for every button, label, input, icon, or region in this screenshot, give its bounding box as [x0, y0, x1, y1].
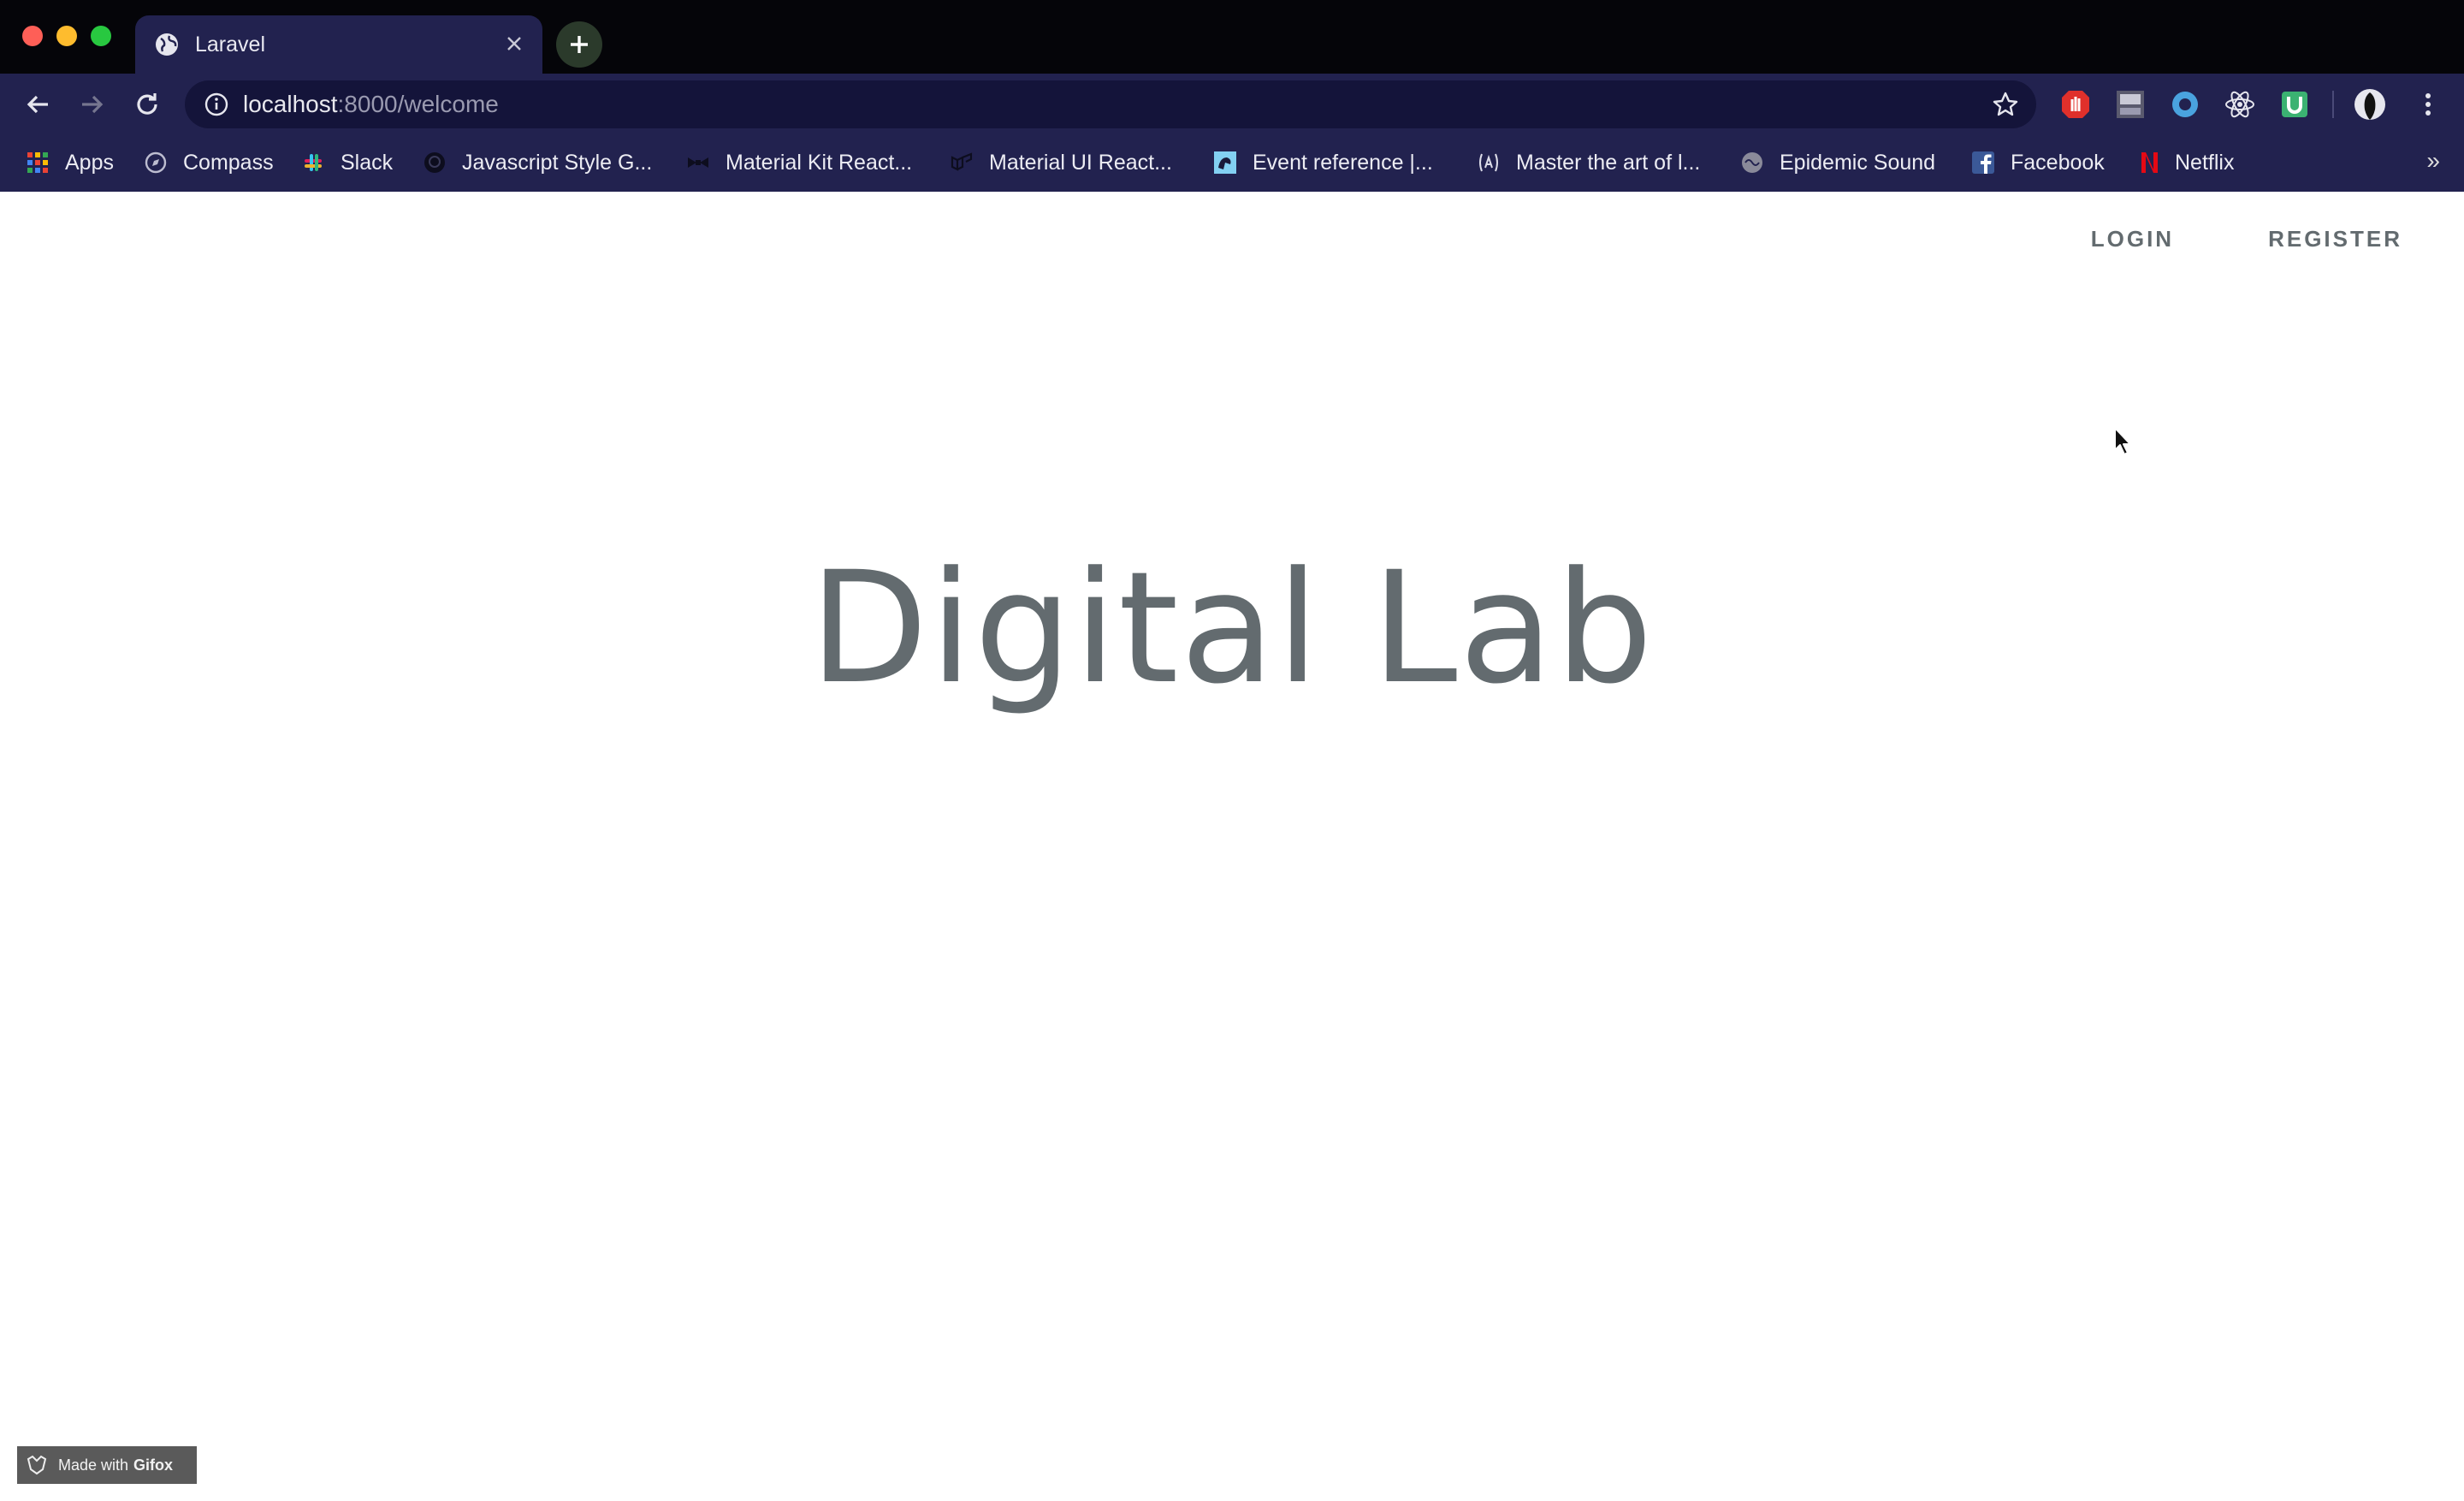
- circle-extension-icon[interactable]: [2168, 87, 2202, 122]
- github-icon: [424, 152, 445, 173]
- bookmark-material-kit-react[interactable]: Material Kit React...: [686, 147, 912, 178]
- mdn-icon: [1214, 151, 1236, 174]
- slack-icon: [305, 154, 322, 171]
- netflix-icon: [2141, 152, 2158, 173]
- back-arrow-icon[interactable]: [22, 89, 53, 120]
- bookmark-label: Master the art of l...: [1516, 150, 1701, 175]
- bookmark-label: Epidemic Sound: [1780, 150, 1936, 175]
- browser-toolbar: localhost:8000/welcome: [0, 74, 2464, 135]
- bookmark-slack[interactable]: Slack: [301, 147, 393, 178]
- new-tab-button[interactable]: [556, 21, 602, 68]
- material-ui-icon: [951, 152, 973, 171]
- apps-grid-icon: [27, 152, 48, 173]
- bookmark-javascript-style[interactable]: Javascript Style G...: [423, 147, 652, 178]
- bookmark-epidemic-sound[interactable]: Epidemic Sound: [1740, 147, 1935, 178]
- epidemic-sound-icon: [1742, 152, 1762, 173]
- bookmark-label: Event reference |...: [1253, 150, 1433, 175]
- close-window-button[interactable]: [22, 26, 43, 46]
- plus-icon: [571, 36, 588, 53]
- adblock-extension-icon[interactable]: [2058, 87, 2093, 122]
- bookmark-star-icon[interactable]: [1992, 91, 2019, 118]
- badge-prefix: Made with: [58, 1456, 129, 1474]
- web-page: LOGIN REGISTER: [0, 192, 2464, 1501]
- gifox-watermark: Made with Gifox: [17, 1446, 197, 1484]
- menu-kebab-icon[interactable]: [2411, 87, 2445, 122]
- login-link[interactable]: LOGIN: [2091, 226, 2174, 252]
- vue-devtools-icon[interactable]: [2277, 87, 2312, 122]
- tab-title: Laravel: [195, 32, 265, 56]
- url-text[interactable]: localhost:8000/welcome: [243, 91, 499, 118]
- bookmarks-overflow-chevron[interactable]: »: [2426, 147, 2440, 175]
- minimize-window-button[interactable]: [56, 26, 77, 46]
- compass-icon: [145, 151, 167, 174]
- toolbar-divider: [2332, 91, 2334, 118]
- browser-tab[interactable]: Laravel: [135, 15, 542, 74]
- bookmark-label: Netflix: [2175, 150, 2235, 175]
- mdn-extension-icon[interactable]: [2113, 87, 2147, 122]
- auth-links: LOGIN REGISTER: [1997, 226, 2402, 252]
- forward-arrow-icon[interactable]: [77, 89, 108, 120]
- bookmark-label: Facebook: [2011, 150, 2105, 175]
- bookmark-facebook[interactable]: Facebook: [1971, 147, 2105, 178]
- bookmark-master-the-art[interactable]: Master the art of l...: [1477, 147, 1700, 178]
- bookmark-compass[interactable]: Compass: [144, 147, 274, 178]
- bookmark-label: Material UI React...: [989, 150, 1172, 175]
- gifox-logo-icon: [27, 1455, 47, 1475]
- page-title: Digital Lab: [809, 539, 1655, 718]
- bookmark-label: Apps: [65, 150, 114, 175]
- reload-icon[interactable]: [132, 89, 163, 120]
- bookmark-label: Material Kit React...: [726, 150, 913, 175]
- globe-icon: [156, 33, 178, 56]
- bowtie-icon: [688, 157, 708, 168]
- register-link[interactable]: REGISTER: [2268, 226, 2402, 252]
- bookmark-event-reference[interactable]: Event reference |...: [1213, 147, 1433, 178]
- maximize-window-button[interactable]: [91, 26, 111, 46]
- info-icon[interactable]: [204, 92, 229, 117]
- bookmark-label: Javascript Style G...: [462, 150, 653, 175]
- close-tab-icon[interactable]: [501, 31, 527, 56]
- algolia-icon: [1479, 153, 1498, 172]
- profile-avatar-icon[interactable]: [2353, 87, 2387, 122]
- mouse-cursor-icon: [2114, 427, 2131, 455]
- tab-strip: Laravel: [0, 0, 2464, 74]
- bookmark-label: Slack: [341, 150, 394, 175]
- bookmark-label: Compass: [183, 150, 274, 175]
- url-host: localhost: [243, 91, 338, 117]
- bookmark-material-ui-react[interactable]: Material UI React...: [950, 147, 1172, 178]
- bookmarks-bar: Apps Compass Slack Javascript Style G...…: [0, 135, 2464, 193]
- badge-brand: Gifox: [133, 1456, 174, 1474]
- url-path: :8000/welcome: [337, 91, 499, 117]
- address-bar[interactable]: localhost:8000/welcome: [185, 80, 2036, 128]
- facebook-icon: [1972, 151, 1994, 174]
- bookmark-apps[interactable]: Apps: [26, 147, 114, 178]
- react-devtools-icon[interactable]: [2223, 87, 2257, 122]
- bookmark-netflix[interactable]: Netflix: [2135, 147, 2234, 178]
